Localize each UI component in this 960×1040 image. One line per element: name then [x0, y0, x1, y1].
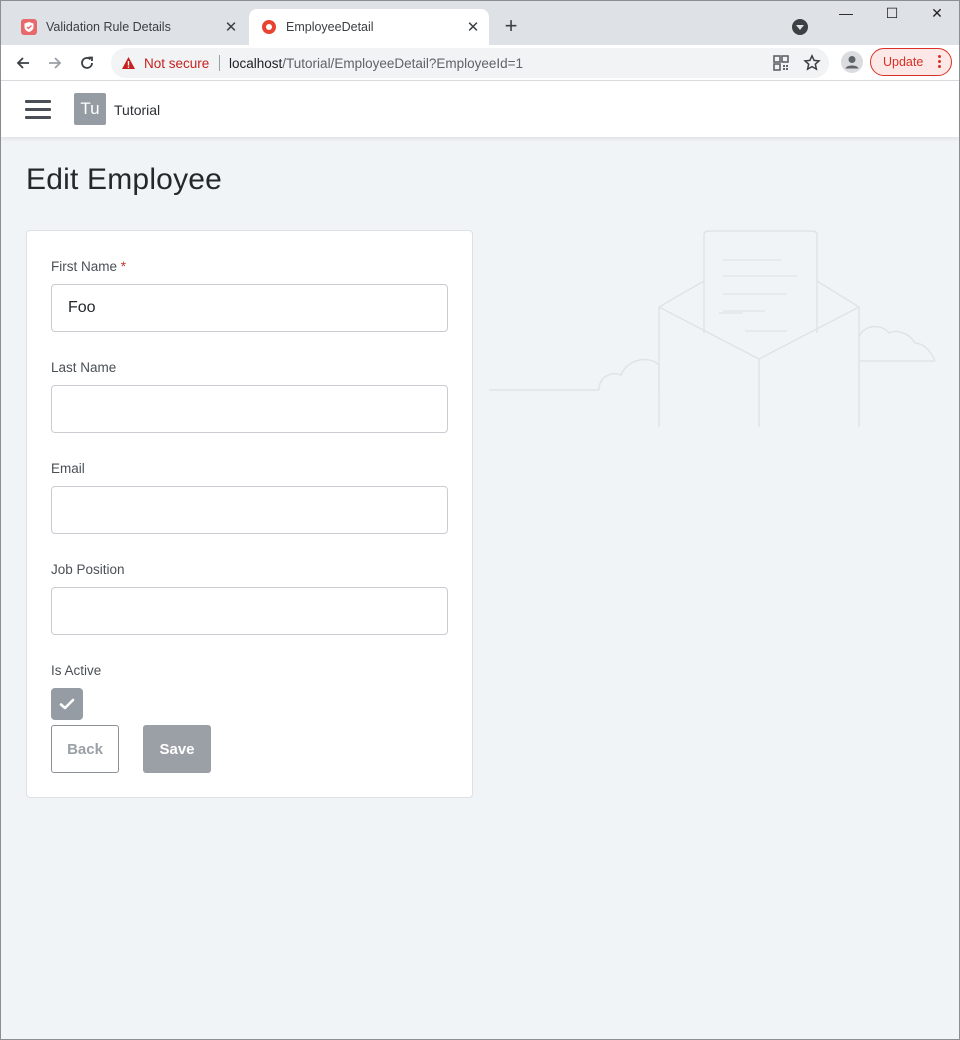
first-name-input[interactable]: Foo	[51, 284, 448, 332]
first-name-label-text: First Name	[51, 259, 118, 274]
close-tab-icon[interactable]: ✕	[219, 15, 243, 39]
minimize-icon[interactable]: —	[823, 5, 869, 27]
tab-title: Validation Rule Details	[46, 20, 171, 34]
back-button[interactable]: Back	[51, 725, 119, 773]
maximize-icon[interactable]: ☐	[869, 5, 915, 27]
reload-icon[interactable]	[74, 50, 100, 76]
edit-employee-form: First Name * Foo Last Name Email Job Pos…	[26, 230, 473, 798]
app-name[interactable]: Tutorial	[114, 102, 160, 118]
profile-avatar-icon[interactable]	[841, 51, 863, 73]
back-arrow-icon[interactable]	[10, 50, 36, 76]
new-tab-plus-icon[interactable]: +	[499, 15, 523, 39]
app-header: Tu Tutorial	[1, 81, 959, 137]
url-text[interactable]: localhost/Tutorial/EmployeeDetail?Employ…	[229, 56, 523, 71]
update-label: Update	[883, 55, 924, 69]
email-input[interactable]	[51, 486, 448, 534]
qr-code-icon[interactable]	[772, 54, 790, 72]
first-name-label: First Name *	[51, 259, 126, 274]
job-position-input[interactable]	[51, 587, 448, 635]
required-marker: *	[120, 259, 127, 274]
record-favicon-icon	[262, 20, 276, 34]
menu-dots-icon	[938, 55, 942, 70]
is-active-checkbox[interactable]	[51, 688, 83, 720]
checkmark-icon	[59, 698, 75, 710]
browser-toolbar: Not secure localhost/Tutorial/EmployeeDe…	[1, 45, 959, 81]
last-name-input[interactable]	[51, 385, 448, 433]
last-name-label: Last Name	[51, 360, 117, 375]
bookmark-star-icon[interactable]	[803, 54, 821, 72]
omnibox-divider	[219, 55, 220, 71]
envelope-illustration	[489, 230, 936, 427]
url-path: /Tutorial/EmployeeDetail?EmployeeId=1	[282, 56, 524, 71]
browser-tab-validation-rule-details[interactable]: Validation Rule Details ✕	[9, 9, 247, 45]
is-active-label: Is Active	[51, 663, 102, 678]
close-tab-icon[interactable]: ✕	[461, 15, 485, 39]
hamburger-menu-icon[interactable]	[25, 100, 51, 120]
url-host: localhost	[229, 56, 283, 71]
app-logo[interactable]: Tu	[74, 93, 106, 125]
save-button[interactable]: Save	[143, 725, 211, 773]
browser-tab-employee-detail[interactable]: EmployeeDetail ✕	[249, 9, 489, 45]
security-status-label[interactable]: Not secure	[144, 56, 209, 71]
browser-tabstrip: Validation Rule Details ✕ EmployeeDetail…	[1, 1, 959, 45]
warning-icon	[122, 57, 135, 69]
tab-search-icon[interactable]	[792, 19, 808, 35]
address-bar[interactable]: Not secure localhost/Tutorial/EmployeeDe…	[111, 48, 829, 78]
shield-favicon-icon	[21, 19, 37, 35]
update-button[interactable]: Update	[870, 48, 952, 76]
job-position-label: Job Position	[51, 562, 125, 577]
forward-arrow-icon[interactable]	[42, 50, 68, 76]
email-label: Email	[51, 461, 85, 476]
page-title: Edit Employee	[26, 163, 223, 196]
tab-title: EmployeeDetail	[286, 20, 374, 34]
window-close-icon[interactable]: ✕	[914, 5, 960, 27]
